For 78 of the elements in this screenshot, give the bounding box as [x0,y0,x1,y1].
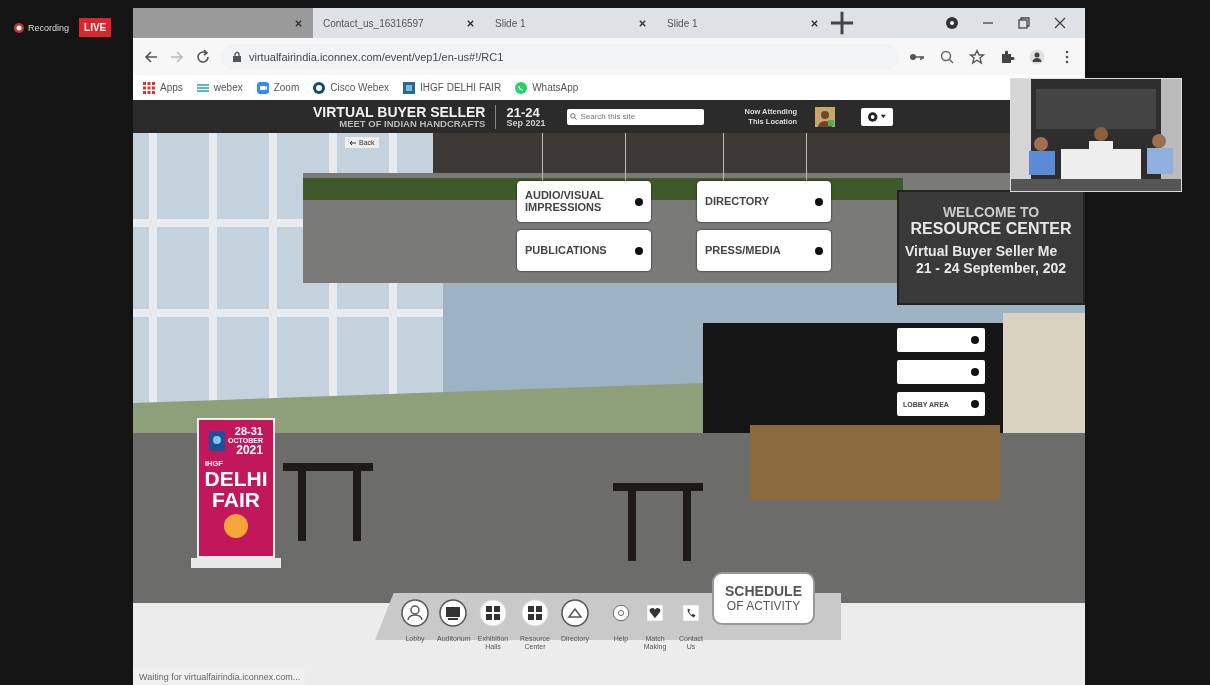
dot-icon [815,197,823,206]
event-month: Sep 2021 [506,118,546,128]
dock-button[interactable] [439,599,467,627]
puzzle-icon[interactable] [999,48,1015,65]
grid-icon [479,599,507,627]
globe-icon [313,81,326,94]
caret-icon [880,113,888,120]
profile-icon[interactable] [1029,48,1045,65]
zoom-icon[interactable] [939,48,955,65]
settings-icon [867,110,879,123]
schedule-button[interactable]: SCHEDULE OF ACTIVITY [712,572,815,625]
restore-icon[interactable] [1017,16,1031,30]
site-title: VIRTUAL BUYER SELLER [313,104,486,119]
record-button-icon[interactable] [945,16,959,30]
sign-text: RESOURCE CENTER [910,220,1072,239]
close-icon[interactable] [294,18,303,28]
bookmark-link[interactable]: Zoom [256,81,300,94]
poster-title: DELHI [204,467,268,489]
close-icon[interactable] [810,18,819,28]
poster-year: 2021 [236,444,263,456]
url-text: virtualfairindia.iconnex.com/event/vep1/en-us#!/RC1 [249,50,504,63]
settings-dropdown[interactable] [861,107,894,126]
dot-icon [971,336,979,344]
search-icon [570,112,578,120]
square-icon [403,81,415,94]
status-bar: Waiting for virtualfairindia.iconnex.com... [133,669,307,685]
back-arrow-icon [349,139,357,146]
dock-button[interactable] [401,599,429,627]
hall-button[interactable] [897,328,985,352]
back-arrow-icon[interactable] [143,48,159,65]
poster-title: FAIR [212,488,260,510]
bookmark-link[interactable]: Cisco Webex [313,81,389,94]
browser-tab[interactable]: Slide 1 [485,8,657,38]
dot-icon [971,400,979,408]
help-icon [612,604,630,622]
close-icon[interactable] [638,18,647,28]
reload-icon[interactable] [195,48,211,65]
dot-icon [815,246,823,255]
sign-text: 21 - 24 September, 202 [915,259,1067,276]
hotspot-button[interactable]: AUDIO/VISUAL IMPRESSIONS [517,181,651,222]
sign-text: WELCOME TO [942,204,1040,221]
record-icon [14,22,24,33]
phone-icon [682,604,700,622]
recording-label: Recording [28,22,70,33]
lock-icon [231,50,243,63]
avatar-icon[interactable] [815,106,836,127]
bookmark-link[interactable]: WhatsApp [515,81,579,94]
star-icon[interactable] [969,48,985,65]
person-icon [401,599,429,627]
stack-icon [196,81,209,94]
dot-icon [635,197,643,206]
logo-icon [209,431,226,451]
hotspot-button[interactable]: DIRECTORY [697,181,831,222]
live-badge: LIVE [79,18,112,37]
dot-icon [971,368,979,376]
hall-button[interactable] [897,360,985,384]
grid-icon [521,599,549,627]
screen-icon [439,599,467,627]
sign-text: Virtual Buyer Seller Me [904,243,1058,260]
bookmark-link[interactable]: Apps [143,81,183,94]
dot-icon [635,246,643,255]
site-subtitle: MEET OF INDIAN HANDCRAFTS [339,118,486,129]
search-field[interactable]: Search this site [567,108,705,125]
seal-icon [224,513,248,538]
chat-icon [515,81,528,94]
poster-dates: 28-31 [234,426,263,437]
bookmark-link[interactable]: IHGF DELHI FAIR [403,81,502,94]
hotspot-button[interactable]: PUBLICATIONS [517,230,651,271]
close-icon[interactable] [466,18,475,28]
address-bar[interactable]: virtualfairindia.iconnex.com/event/vep1/en-us#!/RC1 [221,43,899,70]
browser-tab[interactable]: Contact_us_16316597 [313,8,485,38]
event-dates: 21-24 [506,105,541,119]
bookmark-link[interactable]: webex [196,81,243,94]
camera-icon [256,81,269,94]
browser-tab[interactable]: Slide 1 [657,8,829,38]
hotspot-button[interactable]: PRESS/MEDIA [697,230,831,271]
apps-grid-icon [143,81,155,94]
close-icon[interactable] [1053,16,1067,30]
